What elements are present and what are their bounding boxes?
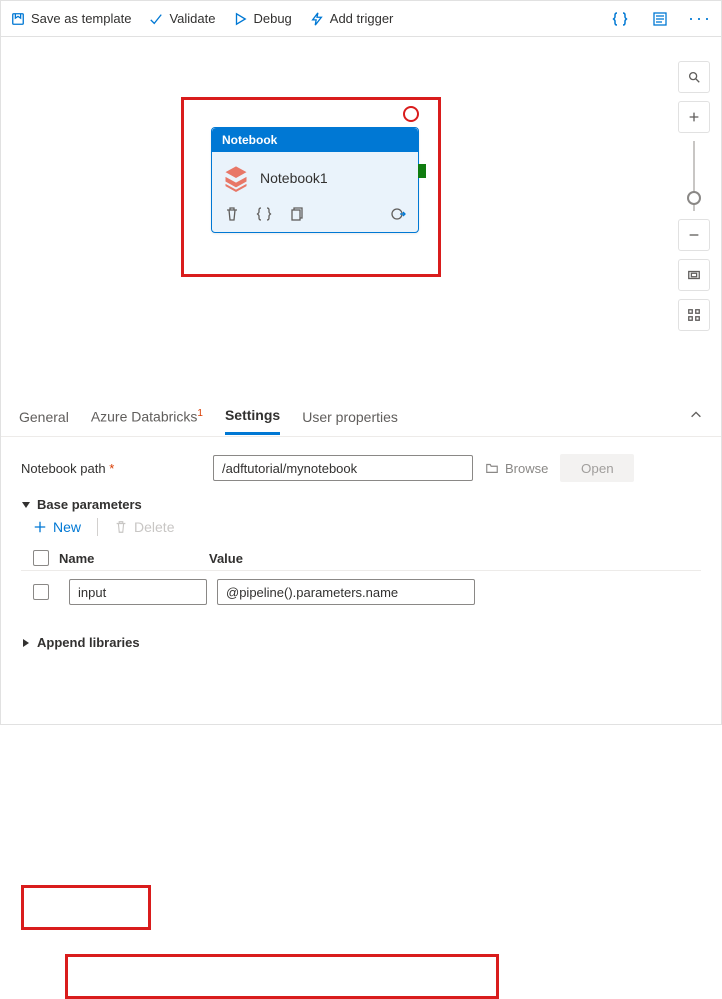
collapse-panel-icon[interactable] — [689, 408, 703, 425]
add-trigger-button[interactable]: Add trigger — [310, 11, 394, 26]
code-braces-icon[interactable] — [609, 8, 631, 30]
delete-parameter-button[interactable]: Delete — [114, 519, 174, 535]
base-parameters-section[interactable]: Base parameters — [21, 497, 701, 512]
select-all-checkbox[interactable] — [33, 550, 49, 566]
zoom-out-button[interactable] — [678, 219, 710, 251]
panel-tabs: General Azure Databricks1 Settings User … — [1, 397, 721, 437]
new-parameter-button[interactable]: New — [33, 519, 81, 535]
col-header-value: Value — [209, 551, 689, 566]
tab-user-properties[interactable]: User properties — [302, 400, 398, 434]
append-libraries-section[interactable]: Append libraries — [21, 635, 701, 650]
delete-icon[interactable] — [224, 206, 240, 222]
clone-icon[interactable] — [288, 206, 304, 222]
top-toolbar: Save as template Validate Debug Add trig… — [1, 1, 721, 37]
success-connector[interactable] — [418, 164, 426, 178]
properties-panel: General Azure Databricks1 Settings User … — [1, 397, 721, 724]
highlight-box-param-row — [65, 954, 499, 999]
properties-icon[interactable] — [649, 8, 671, 30]
validate-label: Validate — [169, 11, 215, 26]
tab-azure-databricks[interactable]: Azure Databricks1 — [91, 399, 203, 434]
run-output-icon[interactable] — [390, 206, 406, 222]
save-template-label: Save as template — [31, 11, 131, 26]
more-icon[interactable]: ··· — [689, 8, 711, 30]
notebook-activity-node[interactable]: Notebook Notebook1 — [211, 127, 419, 233]
tab-settings[interactable]: Settings — [225, 398, 280, 435]
validation-status-icon — [403, 106, 419, 122]
node-title: Notebook1 — [260, 170, 328, 186]
params-grid-header: Name Value — [21, 546, 701, 571]
validate-button[interactable]: Validate — [149, 11, 215, 26]
save-template-button[interactable]: Save as template — [11, 11, 131, 26]
zoom-rail — [677, 61, 711, 331]
col-header-name: Name — [59, 551, 209, 566]
open-button[interactable]: Open — [560, 454, 634, 482]
auto-align-button[interactable] — [678, 299, 710, 331]
notebook-path-input[interactable] — [213, 455, 473, 481]
add-trigger-label: Add trigger — [330, 11, 394, 26]
code-icon[interactable] — [256, 206, 272, 222]
fit-screen-button[interactable] — [678, 259, 710, 291]
tab-general[interactable]: General — [19, 400, 69, 434]
zoom-in-button[interactable] — [678, 101, 710, 133]
zoom-slider-track[interactable] — [693, 141, 695, 211]
debug-label: Debug — [253, 11, 291, 26]
debug-button[interactable]: Debug — [233, 11, 291, 26]
notebook-path-label: Notebook path * — [21, 461, 201, 476]
highlight-box-base-params — [21, 885, 151, 930]
pipeline-canvas[interactable]: Notebook Notebook1 — [1, 37, 721, 397]
row-checkbox[interactable] — [33, 584, 49, 600]
search-button[interactable] — [678, 61, 710, 93]
param-row — [21, 571, 701, 613]
zoom-slider-knob[interactable] — [687, 191, 701, 205]
node-type-label: Notebook — [212, 128, 418, 152]
param-value-input[interactable] — [217, 579, 475, 605]
browse-button[interactable]: Browse — [485, 461, 548, 476]
param-name-input[interactable] — [69, 579, 207, 605]
databricks-icon — [222, 164, 250, 192]
